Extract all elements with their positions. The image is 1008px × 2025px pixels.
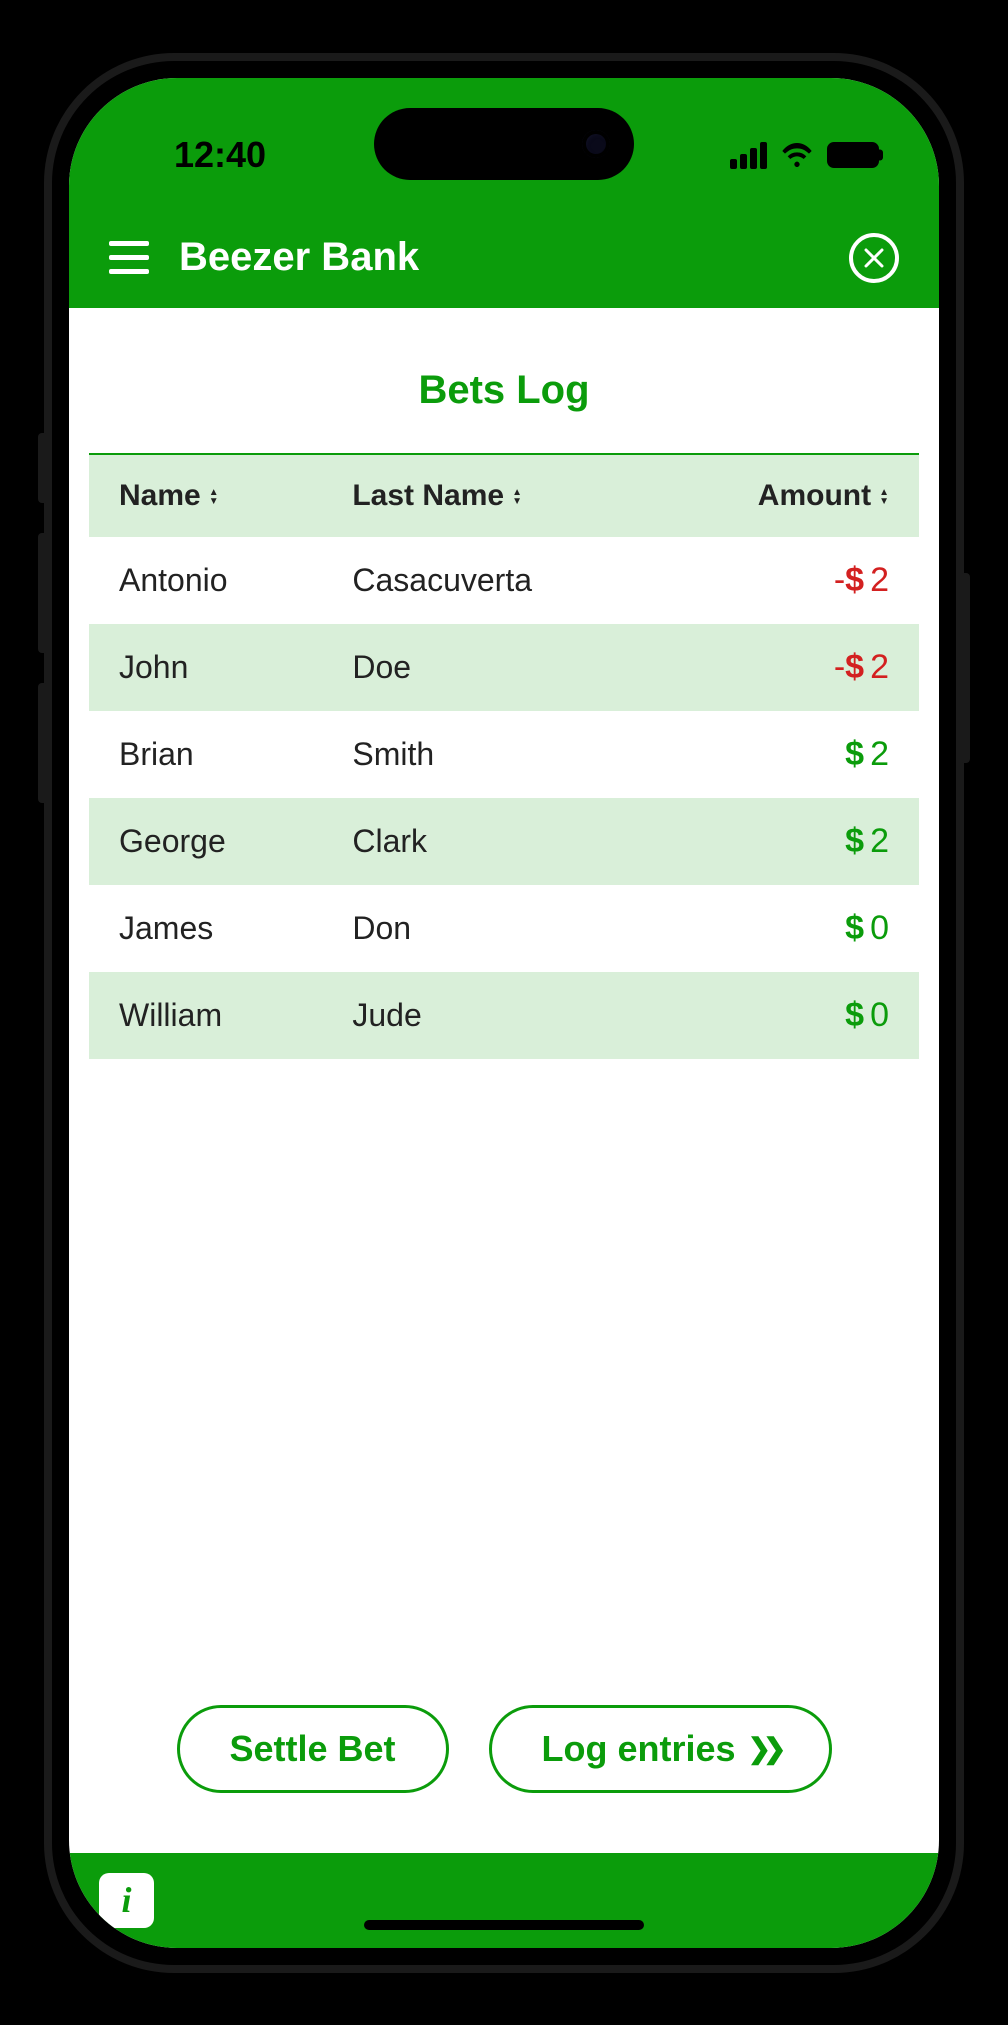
footer-bar: i <box>69 1853 939 1948</box>
column-label: Amount <box>758 479 871 512</box>
sort-icon <box>209 488 219 506</box>
wifi-icon <box>781 143 813 167</box>
battery-icon <box>827 142 879 168</box>
side-button <box>38 533 48 653</box>
phone-frame: 12:40 Beezer Bank Bets Log Name <box>44 53 964 1973</box>
sort-icon <box>879 488 889 506</box>
app-header: Beezer Bank <box>69 208 939 308</box>
cell-last-name: Casacuverta <box>322 537 654 624</box>
cell-first-name: William <box>89 972 322 1059</box>
bets-table: Name Last Name Amount AntonioCasacuverta… <box>89 455 919 1059</box>
close-button[interactable] <box>849 233 899 283</box>
chevron-right-icon: ❯❯ <box>748 1732 779 1765</box>
cell-last-name: Clark <box>322 798 654 885</box>
cell-amount: -$2 <box>654 537 919 624</box>
log-entries-button[interactable]: Log entries ❯❯ <box>489 1705 832 1793</box>
table-header-row: Name Last Name Amount <box>89 455 919 537</box>
cell-first-name: Brian <box>89 711 322 798</box>
settle-bet-button[interactable]: Settle Bet <box>177 1705 449 1793</box>
column-header-last-name[interactable]: Last Name <box>322 455 654 537</box>
side-button <box>38 683 48 803</box>
cell-amount: $2 <box>654 711 919 798</box>
cell-first-name: John <box>89 624 322 711</box>
bets-table-wrap: Name Last Name Amount AntonioCasacuverta… <box>69 455 939 1665</box>
column-header-amount[interactable]: Amount <box>654 455 919 537</box>
cellular-icon <box>730 142 767 169</box>
info-button[interactable]: i <box>99 1873 154 1928</box>
home-indicator[interactable] <box>364 1920 644 1930</box>
sort-icon <box>512 488 522 506</box>
actions-row: Settle Bet Log entries ❯❯ <box>69 1665 939 1853</box>
side-button <box>960 573 970 763</box>
table-row[interactable]: WilliamJude$0 <box>89 972 919 1059</box>
button-label: Log entries <box>542 1728 736 1770</box>
table-row[interactable]: JamesDon$0 <box>89 885 919 972</box>
cell-amount: -$2 <box>654 624 919 711</box>
cell-last-name: Don <box>322 885 654 972</box>
cell-amount: $0 <box>654 972 919 1059</box>
cell-last-name: Doe <box>322 624 654 711</box>
cell-amount: $2 <box>654 798 919 885</box>
table-row[interactable]: BrianSmith$2 <box>89 711 919 798</box>
cell-last-name: Jude <box>322 972 654 1059</box>
side-button <box>38 433 48 503</box>
table-row[interactable]: AntonioCasacuverta-$2 <box>89 537 919 624</box>
dynamic-island <box>374 108 634 180</box>
status-time: 12:40 <box>174 134 266 176</box>
table-row[interactable]: GeorgeClark$2 <box>89 798 919 885</box>
menu-icon[interactable] <box>109 241 149 274</box>
table-row[interactable]: JohnDoe-$2 <box>89 624 919 711</box>
info-icon: i <box>121 1879 131 1921</box>
column-header-name[interactable]: Name <box>89 455 322 537</box>
app-title: Beezer Bank <box>179 235 419 280</box>
cell-first-name: Antonio <box>89 537 322 624</box>
cell-first-name: James <box>89 885 322 972</box>
cell-last-name: Smith <box>322 711 654 798</box>
button-label: Settle Bet <box>230 1728 396 1770</box>
cell-amount: $0 <box>654 885 919 972</box>
page-title: Bets Log <box>89 328 919 455</box>
column-label: Name <box>119 479 201 512</box>
status-icons <box>730 142 879 169</box>
screen: 12:40 Beezer Bank Bets Log Name <box>69 78 939 1948</box>
column-label: Last Name <box>352 479 504 512</box>
cell-first-name: George <box>89 798 322 885</box>
